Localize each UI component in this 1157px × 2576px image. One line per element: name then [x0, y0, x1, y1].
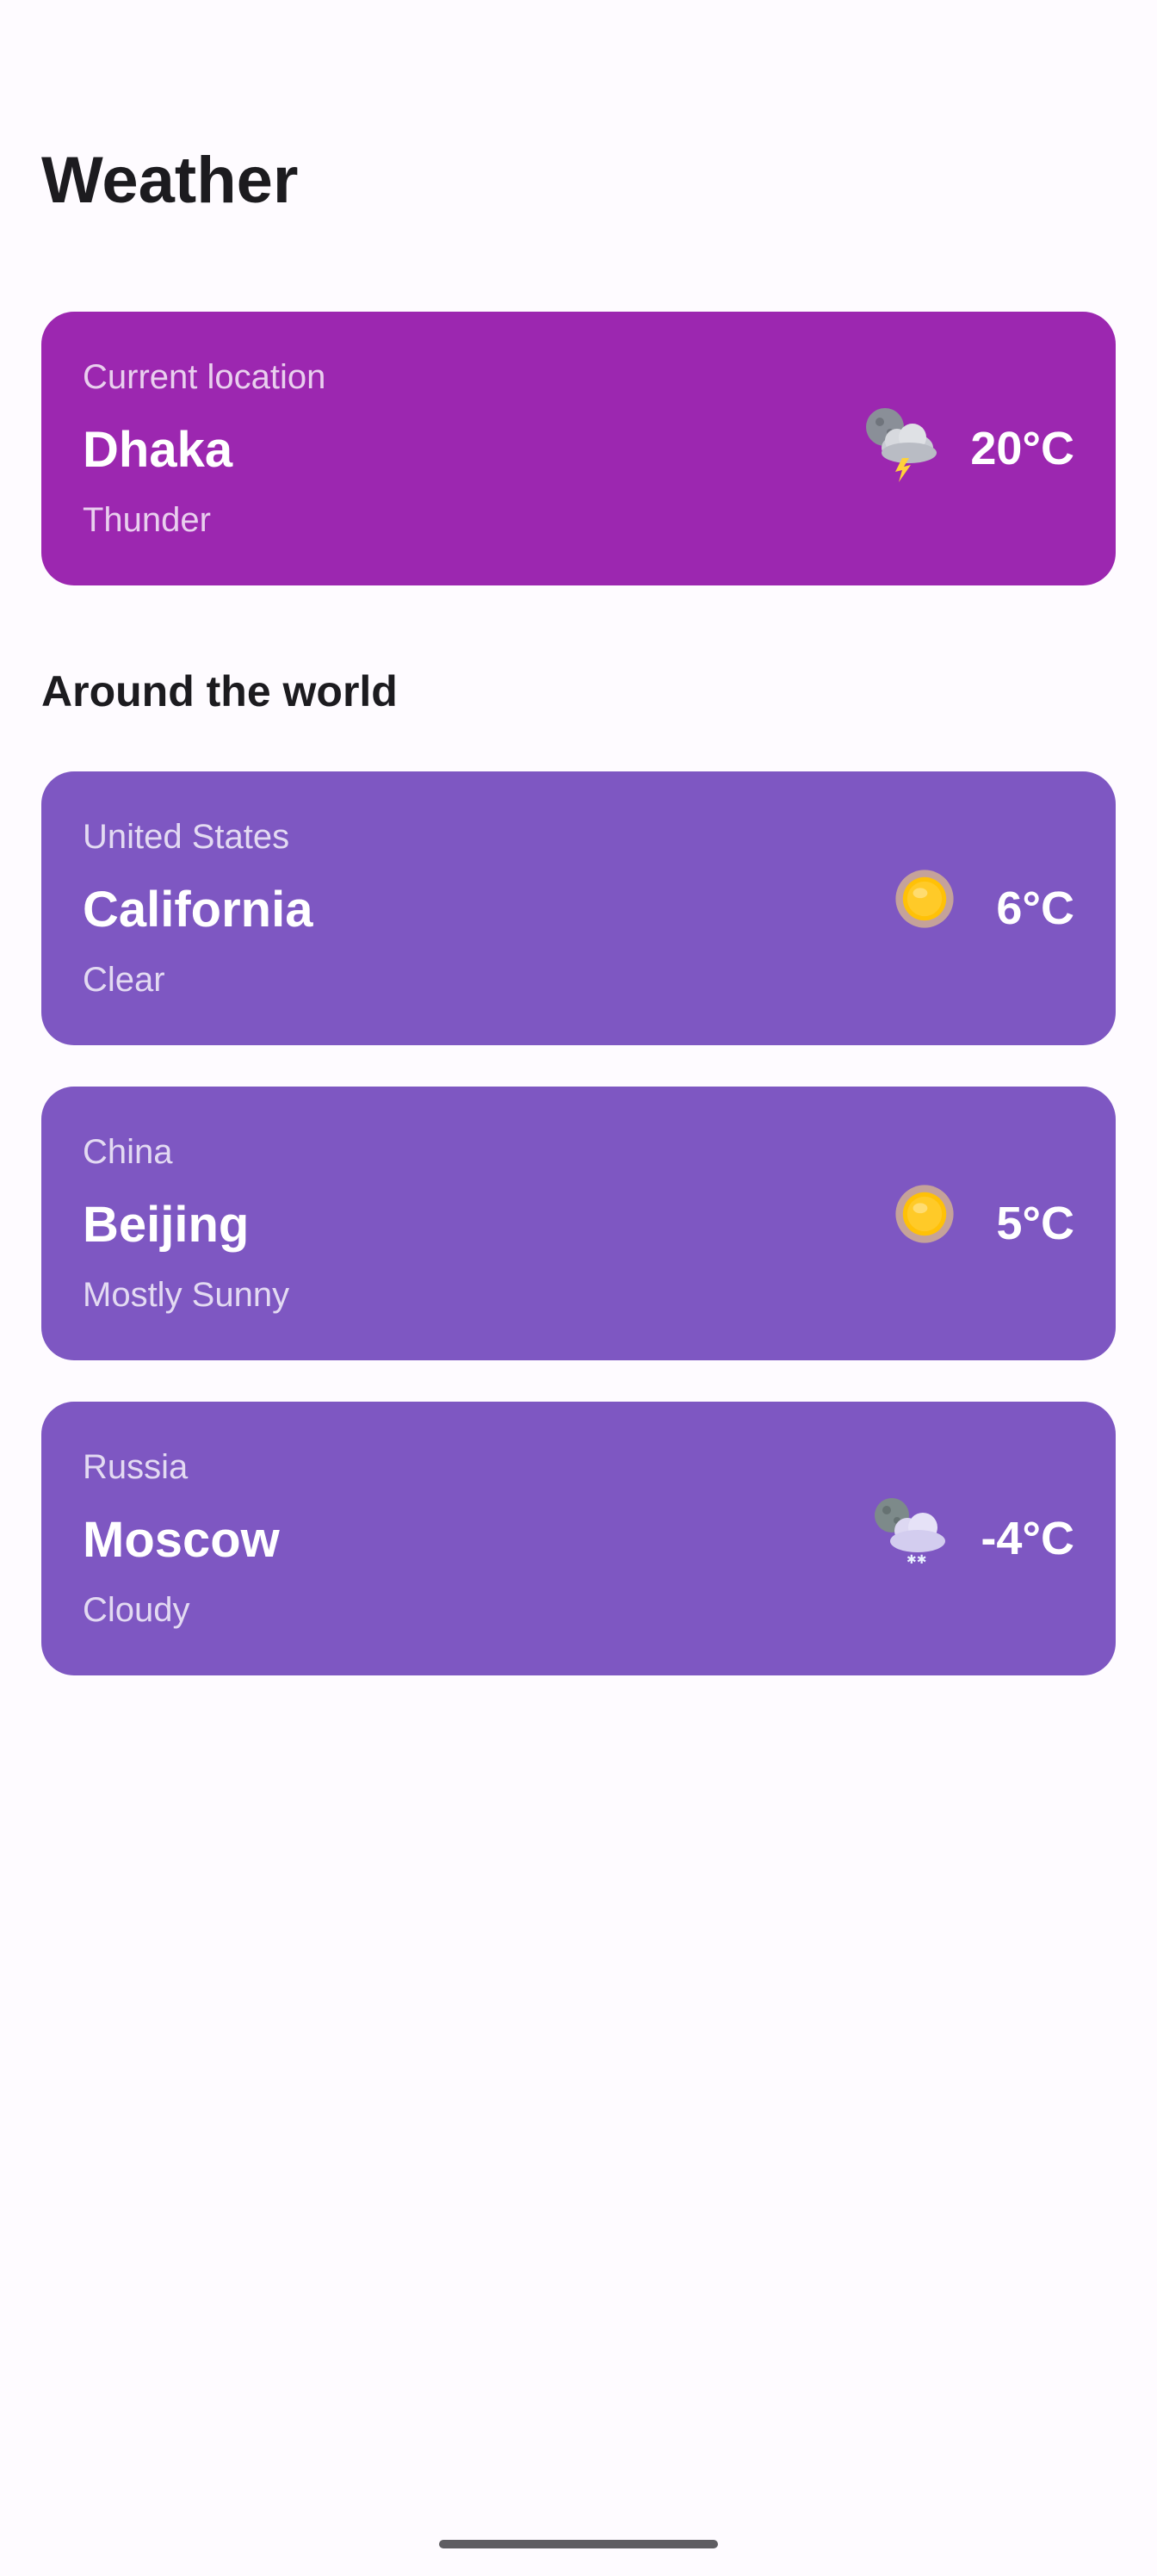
city-name: Moscow [83, 1512, 280, 1568]
city-name: Dhaka [83, 422, 233, 478]
temperature: 5°C [996, 1198, 1074, 1249]
city-card-california[interactable]: United States California Clear 6°C [41, 771, 1116, 1045]
city-card-beijing[interactable]: China Beijing Mostly Sunny 5°C [41, 1087, 1116, 1360]
svg-text:✱✱: ✱✱ [906, 1553, 926, 1567]
temperature: 20°C [970, 423, 1074, 474]
weather-condition: Clear [83, 961, 165, 999]
sun-icon [895, 870, 954, 928]
city-name: Beijing [83, 1197, 250, 1253]
weather-screen: Weather Current location Dhaka Thunder 2… [0, 0, 1157, 2576]
city-name: California [83, 882, 313, 938]
sun-icon [895, 1185, 954, 1243]
thunder-cloud-icon [866, 408, 937, 482]
home-indicator[interactable] [439, 2540, 718, 2548]
weather-condition: Cloudy [83, 1591, 190, 1629]
country-name: United States [83, 818, 290, 856]
page-title: Weather [41, 144, 299, 217]
current-location-label: Current location [83, 358, 326, 396]
temperature: -4°C [981, 1513, 1074, 1564]
current-location-card[interactable]: Current location Dhaka Thunder 20°C [41, 312, 1116, 585]
country-name: China [83, 1133, 173, 1171]
city-card-moscow[interactable]: Russia Moscow Cloudy ✱✱ -4°C [41, 1402, 1116, 1675]
temperature: 6°C [996, 882, 1074, 934]
weather-condition: Thunder [83, 501, 211, 539]
weather-condition: Mostly Sunny [83, 1276, 290, 1314]
snow-cloud-icon: ✱✱ [875, 1498, 945, 1567]
section-title-around-world: Around the world [41, 667, 398, 715]
country-name: Russia [83, 1448, 189, 1486]
